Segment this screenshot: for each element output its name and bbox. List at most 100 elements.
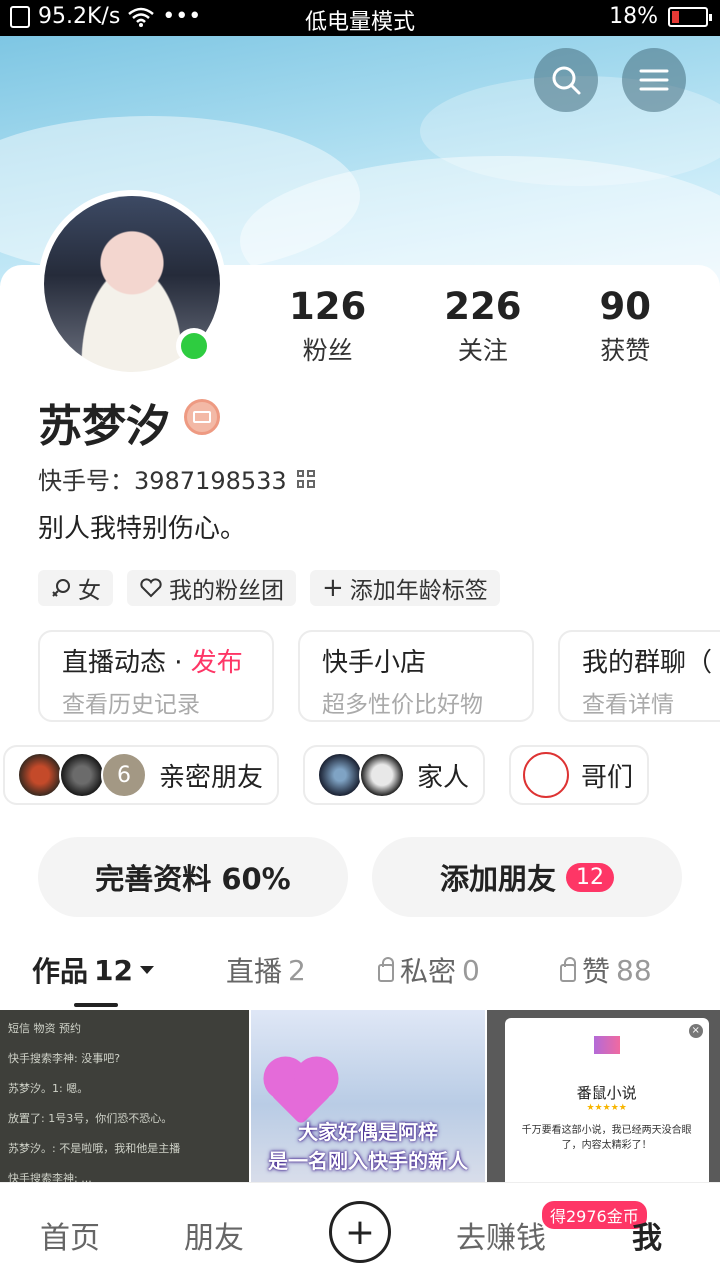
- plus-icon: +: [322, 573, 344, 603]
- group-label: 亲密朋友: [159, 762, 264, 793]
- online-status-dot: [176, 328, 212, 364]
- stat-number: 226: [444, 285, 522, 328]
- ad-description: 千万要看这部小说，我已经两天没合眼了，内容太精彩了！: [521, 1125, 692, 1151]
- feature-cards: 直播动态 · 发布 查看历史记录 快手小店 超多性价比好物 我的群聊（ 查看详情: [38, 630, 720, 722]
- work-item[interactable]: 大家好偶是阿梓 是一名刚入快手的新人: [251, 1010, 485, 1182]
- stat-following[interactable]: 226 关注: [444, 285, 521, 367]
- stat-number: 126: [289, 285, 367, 328]
- tag-label: 我的粉丝团: [169, 578, 284, 604]
- button-label: 添加朋友: [439, 862, 556, 896]
- tab-count: 12: [94, 953, 133, 987]
- profile-actions: 完善资料 60% 添加朋友 12: [38, 837, 682, 917]
- tag-gender[interactable]: 女: [38, 570, 113, 606]
- create-button[interactable]: +: [329, 1201, 391, 1263]
- stat-label: 关注: [457, 336, 508, 365]
- menu-icon: [639, 69, 669, 91]
- heart-icon: [140, 578, 162, 598]
- profile-stats: 126 粉丝 226 关注 90 获赞: [250, 285, 690, 367]
- profile-screen: 95.2K/s ••• 低电量模式 18% 126 粉丝 226 关注 90 获…: [0, 0, 720, 1280]
- status-bar: 95.2K/s ••• 低电量模式 18%: [0, 0, 720, 36]
- friend-groups: 6 亲密朋友 家人 哥们: [3, 745, 650, 805]
- publish-link[interactable]: 发布: [191, 648, 243, 678]
- nav-friends[interactable]: 朋友: [184, 1213, 244, 1257]
- avatar: 6: [101, 752, 147, 798]
- card-subtitle: 超多性价比好物: [322, 692, 483, 718]
- card-subtitle: 查看详情: [582, 692, 674, 718]
- tab-works[interactable]: 作品 12: [32, 950, 155, 990]
- rating-stars: ★★★★★: [586, 1103, 627, 1113]
- tab-count: 2: [288, 953, 306, 987]
- card-shop[interactable]: 快手小店 超多性价比好物: [298, 630, 534, 722]
- nav-home[interactable]: 首页: [40, 1213, 100, 1257]
- battery-percent: 18%: [609, 4, 658, 29]
- qrcode-icon[interactable]: [296, 469, 315, 488]
- group-family[interactable]: 家人: [303, 745, 486, 805]
- thumbnail-text: 放置了: 1号3号，你们恐不恐心。: [8, 1112, 173, 1125]
- nav-me[interactable]: 我: [632, 1213, 662, 1257]
- tab-count: 88: [616, 953, 652, 987]
- thumbnail-text: 快手搜索李神: 没事吧?: [8, 1052, 121, 1065]
- group-label: 家人: [417, 762, 470, 793]
- close-icon[interactable]: ×: [688, 1024, 703, 1038]
- tag-add-age[interactable]: + 添加年龄标签: [310, 570, 500, 606]
- stat-label: 获赞: [600, 336, 651, 365]
- kuaishou-id[interactable]: 快手号：3987198533: [38, 461, 315, 496]
- content-tabs: 作品 12 直播 2 私密 0 赞 88: [0, 940, 720, 1008]
- tab-count: 0: [462, 953, 480, 987]
- battery-icon: [668, 6, 712, 27]
- work-item[interactable]: 短信 物资 预约 快手搜索李神: 没事吧? 苏梦汐。1: 嗯。 放置了: 1号3…: [0, 1010, 250, 1182]
- profile-name: 苏梦汐: [38, 401, 170, 452]
- thumbnail-caption: 大家好偶是阿梓 是一名刚入快手的新人: [251, 1116, 484, 1174]
- tab-liked[interactable]: 赞 88: [560, 950, 652, 990]
- caption-line: 大家好偶是阿梓: [297, 1120, 438, 1144]
- nav-earn[interactable]: 去赚钱: [456, 1213, 546, 1257]
- search-button[interactable]: [534, 48, 598, 112]
- stat-number: 90: [599, 285, 651, 328]
- tab-label: 私密: [400, 955, 457, 988]
- thumbnail-text: 短信 物资 预约: [8, 1022, 81, 1035]
- works-grid: 短信 物资 预约 快手搜索李神: 没事吧? 苏梦汐。1: 嗯。 放置了: 1号3…: [0, 1010, 720, 1182]
- avatar: [359, 752, 406, 798]
- add-friend-button[interactable]: 添加朋友 12: [372, 837, 682, 917]
- friend-request-badge: 12: [566, 862, 614, 892]
- tab-label: 作品: [32, 955, 89, 988]
- search-icon: [552, 66, 581, 95]
- work-item[interactable]: × 番鼠小说 ★★★★★ 千万要看这部小说，我已经两天没合眼了，内容太精彩了！: [486, 1010, 720, 1182]
- menu-button[interactable]: [622, 48, 686, 112]
- caret-down-icon: [139, 966, 154, 974]
- avatar: [523, 752, 570, 798]
- avatar: [59, 752, 105, 798]
- thumbnail-text: 苏梦汐。: 不是啦哦，我和他是主播: [8, 1142, 181, 1155]
- card-subtitle: 查看历史记录: [62, 692, 200, 718]
- tab-private[interactable]: 私密 0: [378, 950, 480, 990]
- bottom-nav: 首页 朋友 + 去赚钱 得2976金币 我: [0, 1182, 720, 1280]
- female-icon: [52, 579, 70, 597]
- stat-fans[interactable]: 126 粉丝: [289, 285, 366, 367]
- ad-title: 番鼠小说: [576, 1084, 637, 1102]
- card-groups[interactable]: 我的群聊（ 查看详情: [558, 630, 720, 722]
- card-title: 我的群聊（: [582, 648, 713, 678]
- card-title: 直播动态 ·: [62, 648, 191, 678]
- card-title: 快手小店: [322, 648, 427, 678]
- ad-card: × 番鼠小说 ★★★★★ 千万要看这部小说，我已经两天没合眼了，内容太精彩了！: [504, 1018, 709, 1182]
- card-live[interactable]: 直播动态 · 发布 查看历史记录: [38, 630, 274, 722]
- lock-icon: [560, 957, 576, 982]
- tag-label: 添加年龄标签: [349, 578, 488, 604]
- thumbnail-text: 苏梦汐。1: 嗯。: [8, 1082, 89, 1095]
- profile-bio: 别人我特别伤心。: [38, 514, 247, 544]
- stat-likes[interactable]: 90 获赞: [599, 285, 651, 367]
- group-close-friends[interactable]: 6 亲密朋友: [3, 745, 280, 805]
- complete-profile-button[interactable]: 完善资料 60%: [38, 837, 348, 917]
- active-tab-indicator: [74, 1003, 118, 1007]
- tag-fan-club[interactable]: 我的粉丝团: [127, 570, 296, 606]
- tab-live[interactable]: 直播 2: [226, 950, 306, 990]
- kuaishou-id-text: 快手号：3987198533: [38, 467, 287, 495]
- level-badge-icon[interactable]: [184, 399, 220, 435]
- avatar: [17, 752, 63, 798]
- group-buddies[interactable]: 哥们: [509, 745, 650, 805]
- stat-label: 粉丝: [302, 336, 353, 365]
- tab-label: 赞: [582, 955, 611, 988]
- lock-icon: [378, 957, 394, 982]
- profile-tags: 女 我的粉丝团 + 添加年龄标签: [38, 570, 500, 606]
- avatar: [317, 752, 364, 798]
